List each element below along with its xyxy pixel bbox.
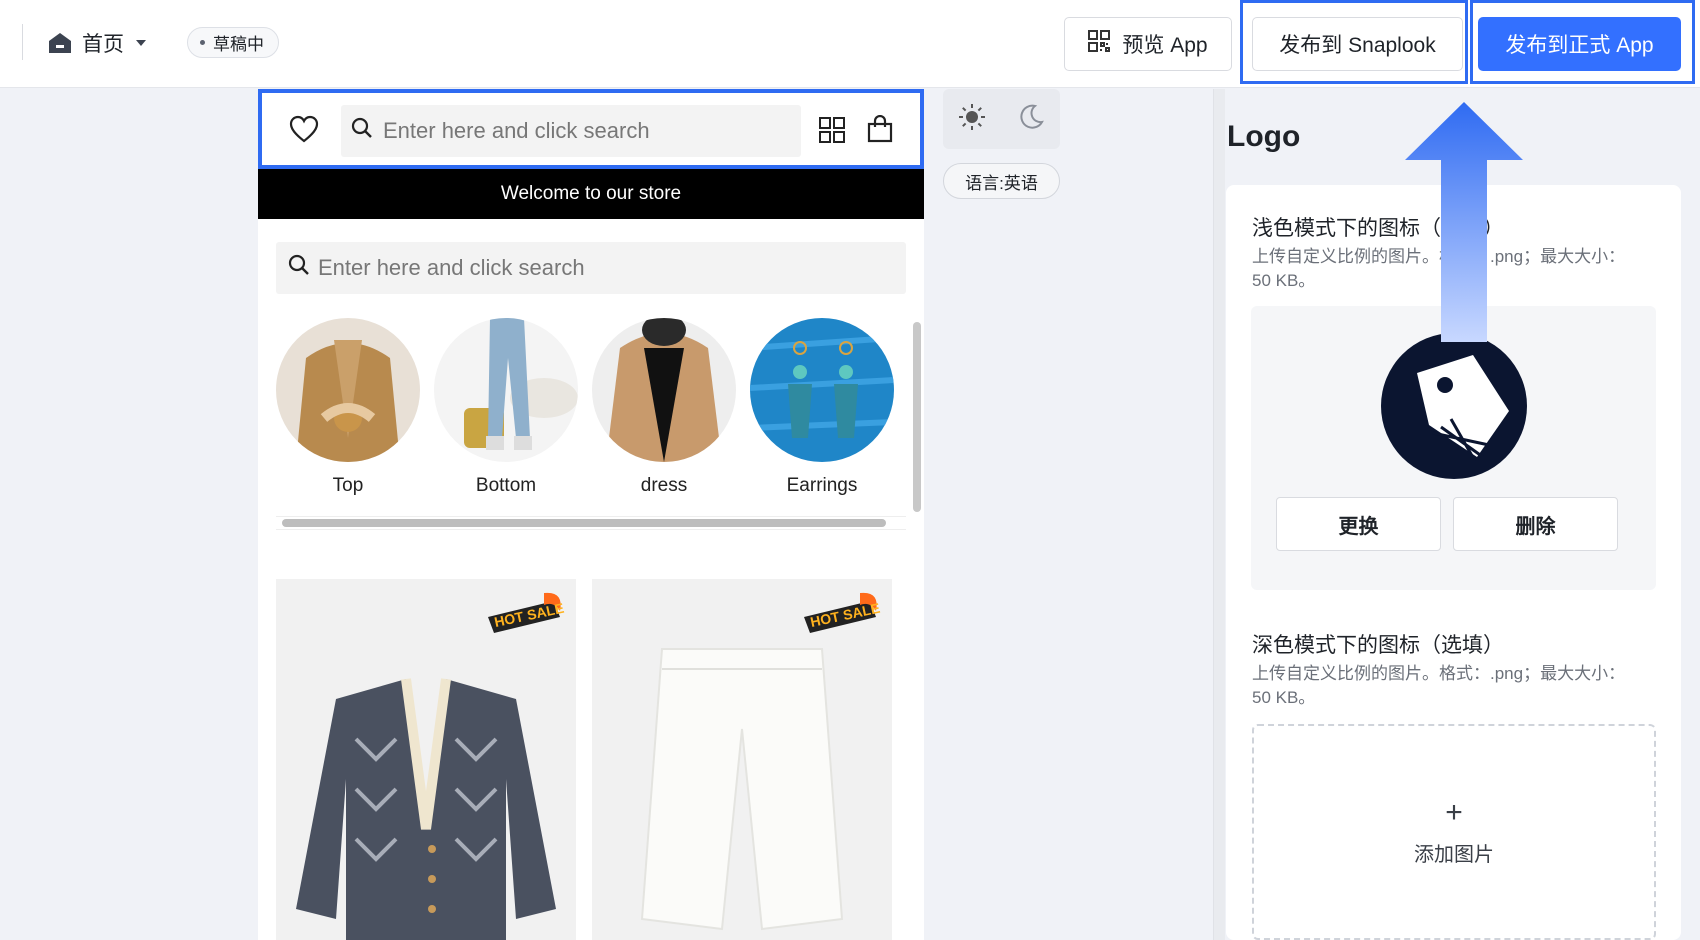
light-mode-toggle[interactable] [943, 89, 1002, 149]
heart-icon[interactable] [288, 113, 320, 145]
header-search-input[interactable]: Enter here and click search [341, 105, 801, 157]
status-badge: 草稿中 [187, 27, 279, 58]
hot-sale-text: HOT SALE [809, 600, 882, 630]
language-chip[interactable]: 语言:英语 [943, 163, 1060, 199]
search-icon [351, 117, 373, 145]
status-dot [200, 40, 205, 45]
category-image-bottom [434, 318, 578, 462]
product-card-pants[interactable]: HOT SALE [592, 579, 892, 940]
shopping-bag-icon[interactable] [865, 113, 895, 145]
grid-icon[interactable] [817, 115, 847, 145]
hot-sale-badge: HOT SALE [800, 587, 884, 639]
dark-icon-title: 深色模式下的图标（选填） [1252, 634, 1504, 657]
moon-icon [1018, 104, 1044, 135]
theme-switcher [943, 89, 1060, 149]
panel-divider [1213, 89, 1225, 940]
category-label: Earrings [786, 475, 858, 496]
divider [22, 24, 23, 60]
dark-icon-desc: 上传自定义比例的图片。格式：.png；最大大小：50 KB。 [1252, 664, 1626, 707]
dark-mode-toggle[interactable] [1002, 89, 1061, 149]
home-menu[interactable]: 首页 [48, 26, 148, 60]
category-image-dress [592, 318, 736, 462]
category-carousel: Top Bottom dress Earrings [276, 318, 906, 496]
category-label: dress [640, 475, 688, 496]
arrow-up-icon [1405, 102, 1523, 347]
home-icon [48, 32, 72, 54]
panel-title: Logo [1227, 120, 1301, 153]
app-preview: Enter here and click search Welcome to o… [258, 89, 924, 940]
preview-app-button[interactable]: 预览 App [1064, 17, 1232, 71]
category-item-dress[interactable]: dress [592, 318, 736, 497]
preview-app-label: 预览 App [1122, 34, 1208, 57]
top-bar: 首页 草稿中 预览 App 发布到 Snaplook 发布到正式 App [0, 0, 1700, 88]
caret-down-icon [134, 38, 148, 48]
add-image-dropzone[interactable]: + 添加图片 [1252, 724, 1656, 940]
sun-icon [958, 103, 986, 136]
product-card-cardigan[interactable]: HOT SALE [276, 579, 576, 940]
body-search-input[interactable]: Enter here and click search [276, 242, 906, 294]
snaplook-highlight-frame [1240, 0, 1468, 84]
hot-sale-text: HOT SALE [493, 600, 566, 630]
category-item-bottom[interactable]: Bottom [434, 318, 578, 497]
category-item-earrings[interactable]: Earrings [750, 318, 894, 497]
status-text: 草稿中 [213, 35, 264, 54]
category-item-top[interactable]: Top [276, 318, 420, 497]
carousel-scrollbar[interactable] [282, 519, 886, 527]
header-search-placeholder: Enter here and click search [383, 118, 650, 143]
hot-sale-badge: HOT SALE [484, 587, 568, 639]
qr-code-icon [1088, 30, 1111, 58]
search-icon [288, 254, 310, 282]
replace-button[interactable]: 更换 [1276, 497, 1441, 551]
delete-button[interactable]: 删除 [1453, 497, 1618, 551]
category-image-top [276, 318, 420, 462]
plus-icon: + [1445, 795, 1463, 829]
brand-logo [1381, 333, 1527, 484]
preview-header[interactable]: Enter here and click search [258, 89, 924, 169]
body-search-placeholder: Enter here and click search [318, 255, 585, 280]
add-image-label: 添加图片 [1414, 843, 1494, 866]
publish-highlight-frame [1470, 0, 1695, 84]
welcome-banner: Welcome to our store [258, 169, 924, 219]
category-label: Bottom [475, 475, 537, 496]
category-image-earrings [750, 318, 894, 462]
preview-scrollbar[interactable] [913, 322, 921, 512]
home-label: 首页 [82, 33, 124, 56]
category-label: Top [332, 475, 364, 496]
